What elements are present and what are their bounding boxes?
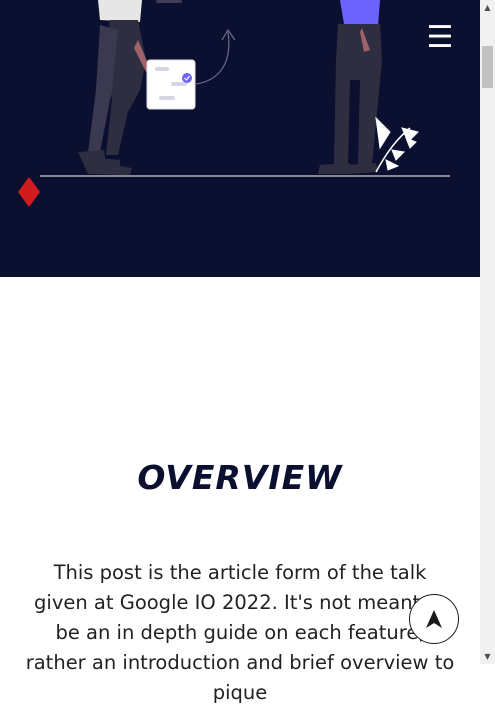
scrollbar-thumb[interactable] (482, 46, 493, 88)
navigation-arrow-icon (426, 610, 442, 628)
hamburger-menu-icon[interactable]: ☰ (424, 22, 456, 54)
red-diamond-shape (18, 177, 40, 207)
intro-paragraph: This post is the article form of the tal… (25, 561, 455, 704)
page-scrollbar[interactable]: ▲ ▼ (480, 0, 495, 664)
scroll-down-arrow-icon[interactable]: ▼ (480, 649, 495, 664)
task-card-illustration (146, 28, 236, 110)
hero-banner: ☰ (0, 0, 480, 277)
hero-illustration (18, 0, 450, 207)
section-title-overview: OVERVIEW (137, 458, 343, 497)
scroll-up-arrow-icon[interactable]: ▲ (480, 0, 495, 15)
person-right-illustration (318, 0, 382, 174)
scroll-to-top-button[interactable] (409, 594, 459, 644)
plant-illustration (375, 116, 419, 173)
